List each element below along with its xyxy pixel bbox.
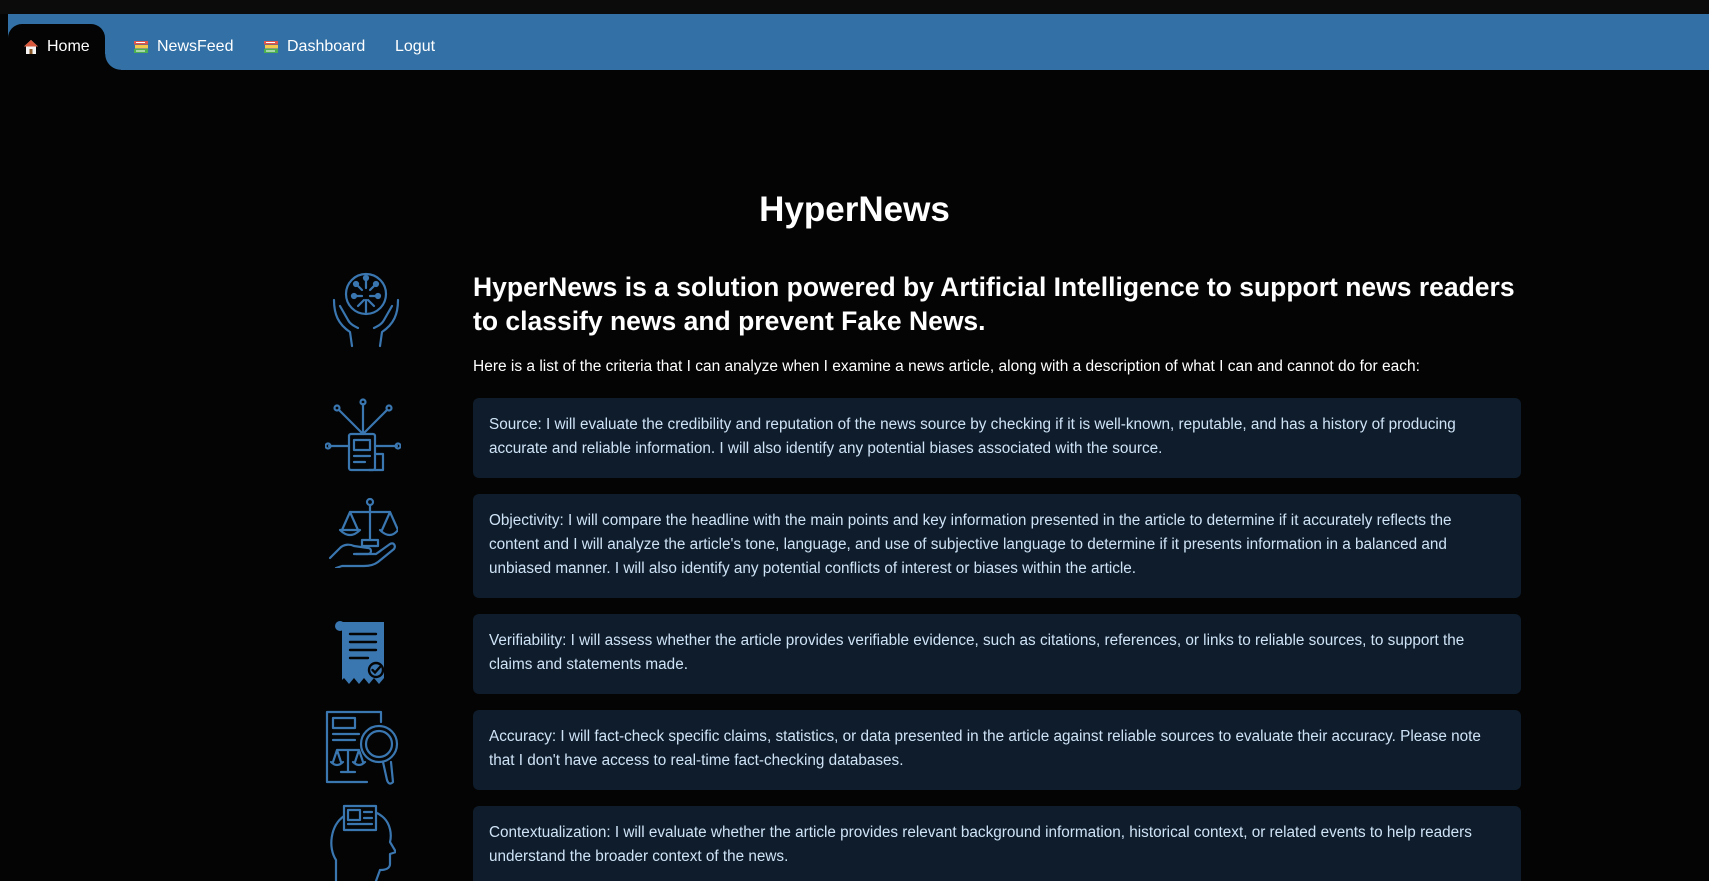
criteria-card-text: Accuracy: I will fact-check specific cla… xyxy=(489,728,1481,769)
page-title: HyperNews xyxy=(759,190,950,229)
criteria-card-accuracy: Accuracy: I will fact-check specific cla… xyxy=(473,710,1521,790)
nav-tab-newsfeed-label: NewsFeed xyxy=(157,38,234,55)
intro-text: Here is a list of the criteria that I ca… xyxy=(473,358,1420,375)
top-navbar: Home NewsFeed Dashboard Logut xyxy=(8,14,1709,70)
intro-heading: HyperNews is a solution powered by Artif… xyxy=(473,272,1515,336)
criteria-card-source: Source: I will evaluate the credibility … xyxy=(473,398,1521,478)
window-top-strip xyxy=(0,0,1709,14)
criteria-card-contextualization: Contextualization: I will evaluate wheth… xyxy=(473,806,1521,881)
criteria-card-text: Contextualization: I will evaluate wheth… xyxy=(489,824,1472,865)
ai-brain-hands-icon xyxy=(330,270,402,348)
head-document-icon xyxy=(330,804,396,881)
criteria-card-objectivity: Objectivity: I will compare the headline… xyxy=(473,494,1521,598)
nav-tab-logout-label: Logut xyxy=(395,38,436,55)
nav-tab-dashboard[interactable]: Dashboard xyxy=(248,24,380,70)
nav-tab-home-label: Home xyxy=(47,38,90,55)
nav-tab-home[interactable]: Home xyxy=(8,24,121,70)
legal-document-magnifier-icon xyxy=(325,710,401,786)
justice-scale-hand-icon xyxy=(328,496,398,568)
criteria-card-text: Source: I will evaluate the credibility … xyxy=(489,416,1456,457)
criteria-card-verifiability: Verifiability: I will assess whether the… xyxy=(473,614,1521,694)
nav-tab-logout[interactable]: Logut xyxy=(380,24,450,70)
criteria-card-text: Verifiability: I will assess whether the… xyxy=(489,632,1465,673)
books-icon xyxy=(263,39,279,55)
criteria-card-text: Objectivity: I will compare the headline… xyxy=(489,512,1452,577)
nav-tab-newsfeed[interactable]: NewsFeed xyxy=(118,24,248,70)
connected-document-icon xyxy=(325,398,401,474)
home-icon xyxy=(23,39,39,55)
verified-receipt-icon xyxy=(334,620,390,686)
books-icon xyxy=(133,39,149,55)
nav-tab-dashboard-label: Dashboard xyxy=(287,38,366,55)
